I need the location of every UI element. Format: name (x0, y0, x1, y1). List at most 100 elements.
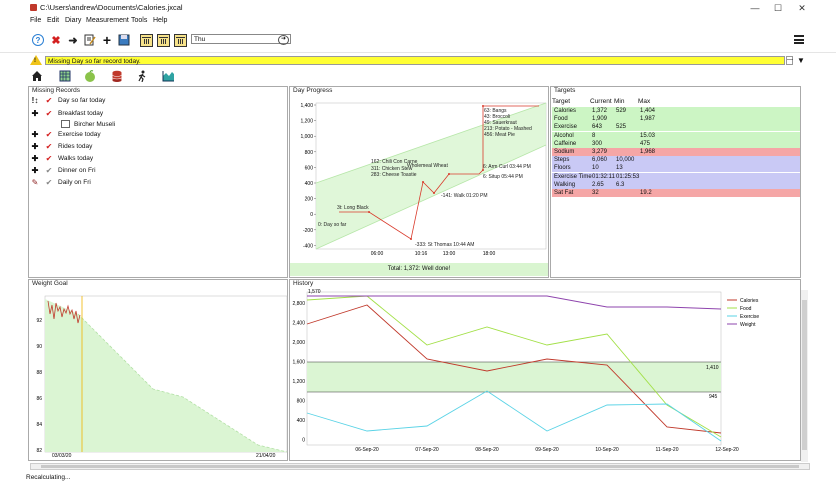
menu-edit[interactable]: Edit (47, 17, 59, 24)
home-tab-icon[interactable] (30, 69, 44, 83)
band-label: 945 (709, 394, 718, 400)
list-item[interactable]: ✚ ✔ Breakfast today (30, 108, 104, 119)
history-chart: 1,410 945 1,570 2,800 2,400 2,000 1,600 1,20… (292, 289, 759, 453)
checkmark-icon: ✔ (45, 109, 53, 118)
data-point (448, 173, 450, 175)
weight-goal-title: Weight Goal (32, 280, 68, 287)
day-progress-chart: 1,400 1,200 1,000 800 600 400 200 0 -200 -400 06:… (300, 102, 547, 257)
plus-icon: ✚ (31, 166, 39, 175)
list-item[interactable]: ✚ ✔ Dinner on Fri (30, 165, 96, 176)
y-axis-ticks: 92 90 88 86 84 82 (36, 318, 42, 454)
table-cell-current: 643 (592, 124, 603, 131)
menu-diary[interactable]: Diary (65, 17, 81, 24)
data-point (433, 192, 435, 194)
list-item[interactable]: ✎ ✔ Daily on Fri (30, 177, 91, 188)
scroll-thumb[interactable] (41, 465, 799, 468)
horizontal-scrollbar[interactable] (30, 463, 810, 470)
table-row[interactable]: Floors 10 13 (552, 164, 800, 173)
warning-dropdown-icon[interactable]: ▼ (797, 56, 805, 65)
checkmark-icon: ✔ (45, 166, 53, 175)
forward-arrow-icon[interactable]: ➜ (67, 34, 79, 47)
y-tick-label: 82 (36, 448, 42, 454)
table-cell-name: Floors (554, 165, 571, 172)
menu-measurement[interactable]: Measurement (86, 17, 129, 24)
scroll-thumb[interactable] (802, 300, 807, 450)
add-icon[interactable]: + (101, 32, 113, 48)
y-tick-label: 600 (305, 165, 314, 171)
list-item[interactable]: ✚ ✔ Rides today (30, 141, 93, 152)
table-row[interactable]: Exercise 643 525 (552, 123, 800, 132)
database-tab-icon[interactable] (110, 69, 124, 83)
history-title: History (293, 280, 314, 287)
maximize-button[interactable]: ☐ (768, 2, 788, 14)
list-item[interactable]: ✚ ✔ Exercise today (30, 129, 101, 140)
y-tick-label: 88 (36, 370, 42, 376)
day-field[interactable]: Thu ➜ (191, 34, 291, 45)
y-tick-label: 2,000 (292, 340, 305, 346)
apple-tab-icon[interactable] (83, 69, 97, 83)
hamburger-menu-icon[interactable] (794, 35, 804, 44)
table-cell-name: Food (554, 116, 568, 123)
delete-icon[interactable]: ✖ (50, 34, 62, 47)
warning-icon (30, 55, 42, 65)
x-tick-label: 09-Sep-20 (535, 447, 559, 453)
y-tick-label: 800 (305, 150, 314, 156)
table-cell-current: 6,060 (592, 157, 608, 164)
x-axis-ticks: 06:00 10:16 13:00 18:00 (371, 251, 496, 257)
menu-help[interactable]: Help (153, 17, 167, 24)
calendar-prev-icon[interactable] (140, 34, 153, 47)
record-label: Day so far today (58, 97, 106, 104)
menu-bar: File Edit Diary Measurement Tools Help (0, 16, 836, 27)
menu-tools[interactable]: Tools (131, 17, 147, 24)
subitem-checkbox[interactable] (61, 120, 70, 128)
table-row[interactable]: Food 1,909 1,987 (552, 115, 800, 124)
help-icon[interactable]: ? (32, 34, 44, 46)
table-row[interactable]: Sodium 3,279 1,968 (552, 148, 800, 156)
table-row[interactable]: Exercise Time 01:32:11 01:25:53 (552, 172, 800, 181)
table-row[interactable]: Steps 6,060 10,000 (552, 156, 800, 165)
day-total-text: Total: 1,372: Well done! (290, 263, 548, 276)
calendar-icon[interactable] (157, 34, 170, 47)
data-point (422, 181, 424, 183)
warning-dismiss-button[interactable]: — (786, 56, 793, 65)
x-tick-label: 21/04/20 (256, 453, 276, 459)
table-row[interactable]: Alcohol 8 15.03 (552, 131, 800, 140)
history-scrollbar[interactable] (801, 290, 808, 462)
calendar-next-icon[interactable] (174, 34, 187, 47)
table-cell-max: 475 (640, 140, 651, 147)
record-label: Dinner on Fri (58, 167, 96, 174)
table-cell-max: 15.03 (640, 132, 656, 139)
table-cell-name: Exercise Time (554, 173, 592, 180)
edit-note-icon[interactable] (84, 34, 96, 46)
table-row[interactable]: Caffeine 300 475 (552, 139, 800, 148)
table-cell-current: 01:32:11 (592, 173, 615, 180)
x-tick-label: 12-Sep-20 (715, 447, 739, 453)
save-icon[interactable] (118, 34, 130, 46)
table-row[interactable]: Calories 1,372 529 1,404 (552, 107, 800, 115)
record-label: Daily on Fri (58, 179, 91, 186)
list-item[interactable]: ✚ ✔ Walks today (30, 153, 94, 164)
close-button[interactable]: ✕ (792, 2, 812, 14)
table-row[interactable]: Walking 2.65 6.3 (552, 180, 800, 189)
table-cell-min: 01:25:53 (616, 173, 640, 180)
chart-tab-icon[interactable] (161, 69, 175, 83)
go-arrow-icon[interactable]: ➜ (278, 35, 289, 45)
annotation: 3t: Long Black (337, 205, 369, 211)
column-header: Target (552, 98, 571, 105)
y-axis-ticks: 1,400 1,200 1,000 800 600 400 200 0 -200 -400 (300, 103, 316, 249)
minimize-button[interactable]: — (745, 2, 765, 14)
x-tick-label: 03/03/20 (52, 453, 72, 459)
x-tick-label: 18:00 (483, 251, 496, 257)
walking-tab-icon[interactable] (135, 69, 149, 83)
menu-file[interactable]: File (30, 17, 41, 24)
table-cell-min: 10,000 (616, 157, 635, 164)
table-tab-icon[interactable] (58, 69, 72, 83)
status-text: Recalculating... (26, 474, 71, 481)
list-item[interactable]: !↕ ✔ Day so far today (30, 95, 106, 106)
list-subitem[interactable]: Bircher Museli (61, 119, 115, 129)
warning-bar: Missing Day so far record today. (45, 56, 785, 65)
column-header: Current (590, 98, 612, 105)
y-tick-label: 0 (302, 438, 305, 444)
table-row[interactable]: Sat Fat 32 19.2 (552, 189, 800, 197)
table-cell-min: 13 (616, 165, 623, 172)
